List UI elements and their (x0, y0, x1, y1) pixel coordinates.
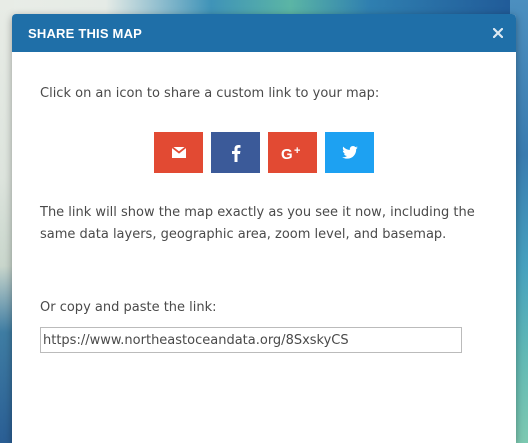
share-twitter-button[interactable] (325, 132, 374, 173)
close-icon (493, 28, 503, 38)
share-link-input[interactable] (40, 327, 462, 353)
share-email-button[interactable] (154, 132, 203, 173)
share-buttons: G + (40, 132, 488, 173)
share-google-plus-button[interactable]: G + (268, 132, 317, 173)
share-instructions: Click on an icon to share a custom link … (40, 86, 380, 101)
share-map-dialog: SHARE THIS MAP Click on an icon to share… (12, 14, 516, 443)
dialog-title: SHARE THIS MAP (28, 25, 143, 41)
svg-text:+: + (294, 145, 300, 157)
close-button[interactable] (490, 25, 506, 41)
facebook-icon (231, 144, 240, 162)
svg-text:G: G (281, 146, 293, 161)
dialog-header: SHARE THIS MAP (12, 14, 516, 52)
google-plus-icon: G + (281, 145, 300, 161)
dialog-body: Click on an icon to share a custom link … (12, 85, 516, 353)
envelope-icon (171, 147, 186, 158)
twitter-icon (341, 146, 358, 159)
copy-link-label: Or copy and paste the link: (40, 300, 217, 315)
share-description: The link will show the map exactly as yo… (40, 205, 475, 242)
share-facebook-button[interactable] (211, 132, 260, 173)
